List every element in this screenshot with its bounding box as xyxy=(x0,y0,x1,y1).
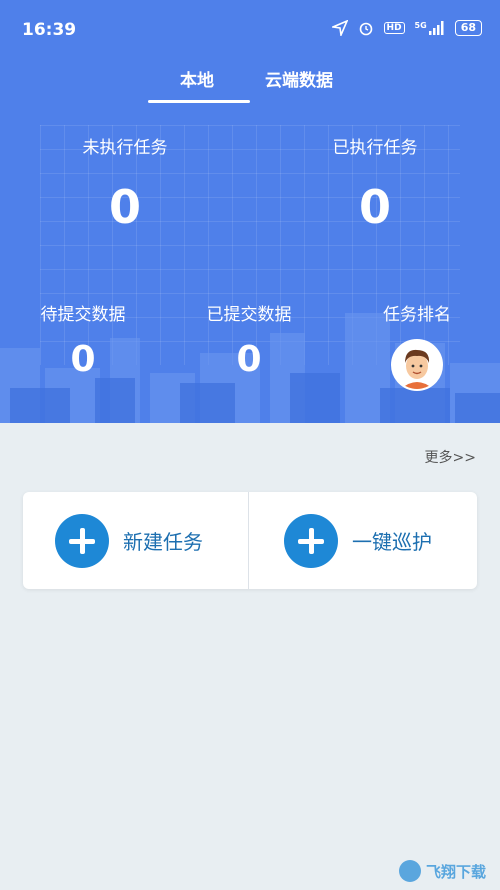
tab-bar: 本地 云端数据 xyxy=(0,62,500,106)
plus-circle-icon xyxy=(284,513,338,568)
status-time: 16:39 xyxy=(22,20,77,40)
one-click-patrol-label: 一键巡护 xyxy=(352,530,432,554)
action-card: 新建任务 一键巡护 xyxy=(23,492,477,589)
watermark-text: 飞翔下载 xyxy=(426,863,486,881)
avatar[interactable] xyxy=(391,339,443,391)
stat-pending-data[interactable]: 待提交数据 0 xyxy=(30,300,136,380)
location-arrow-icon xyxy=(331,20,348,36)
stat-value: 0 xyxy=(108,180,141,234)
stat-label: 任务排名 xyxy=(383,305,451,325)
stat-label: 未执行任务 xyxy=(82,138,168,158)
signal-icon: 5G xyxy=(415,21,445,35)
stat-value: 0 xyxy=(236,339,262,380)
hd-icon: HD xyxy=(383,22,405,34)
battery-icon: 68 xyxy=(454,20,482,36)
stat-value: 0 xyxy=(358,180,391,234)
stat-executed-tasks[interactable]: 已执行任务 0 xyxy=(320,133,430,234)
one-click-patrol-button[interactable]: 一键巡护 xyxy=(249,492,477,589)
stat-unexecuted-tasks[interactable]: 未执行任务 0 xyxy=(70,133,180,234)
tab-local[interactable]: 本地 xyxy=(180,66,214,91)
user-avatar-icon xyxy=(393,341,441,389)
status-icons: HD 5G 68 xyxy=(331,20,482,36)
stat-task-ranking[interactable]: 任务排名 xyxy=(372,300,462,391)
stat-label: 待提交数据 xyxy=(40,305,126,325)
tab-cloud-data[interactable]: 云端数据 xyxy=(265,66,333,91)
stat-label: 已执行任务 xyxy=(332,138,418,158)
new-task-label: 新建任务 xyxy=(123,530,203,554)
alarm-clock-icon xyxy=(359,22,372,36)
watermark-logo: 飞翔下载 xyxy=(396,856,496,886)
plus-circle-icon xyxy=(55,513,109,568)
stat-submitted-data[interactable]: 已提交数据 0 xyxy=(196,300,302,380)
stat-label: 已提交数据 xyxy=(206,305,292,325)
more-link[interactable]: 更多>> xyxy=(425,447,476,467)
network-type-label: 5G xyxy=(414,21,427,30)
status-bar: 16:39 HD 5G 68 xyxy=(0,0,500,60)
active-tab-indicator xyxy=(148,100,250,103)
stat-value: 0 xyxy=(70,339,96,380)
new-task-button[interactable]: 新建任务 xyxy=(23,492,248,589)
